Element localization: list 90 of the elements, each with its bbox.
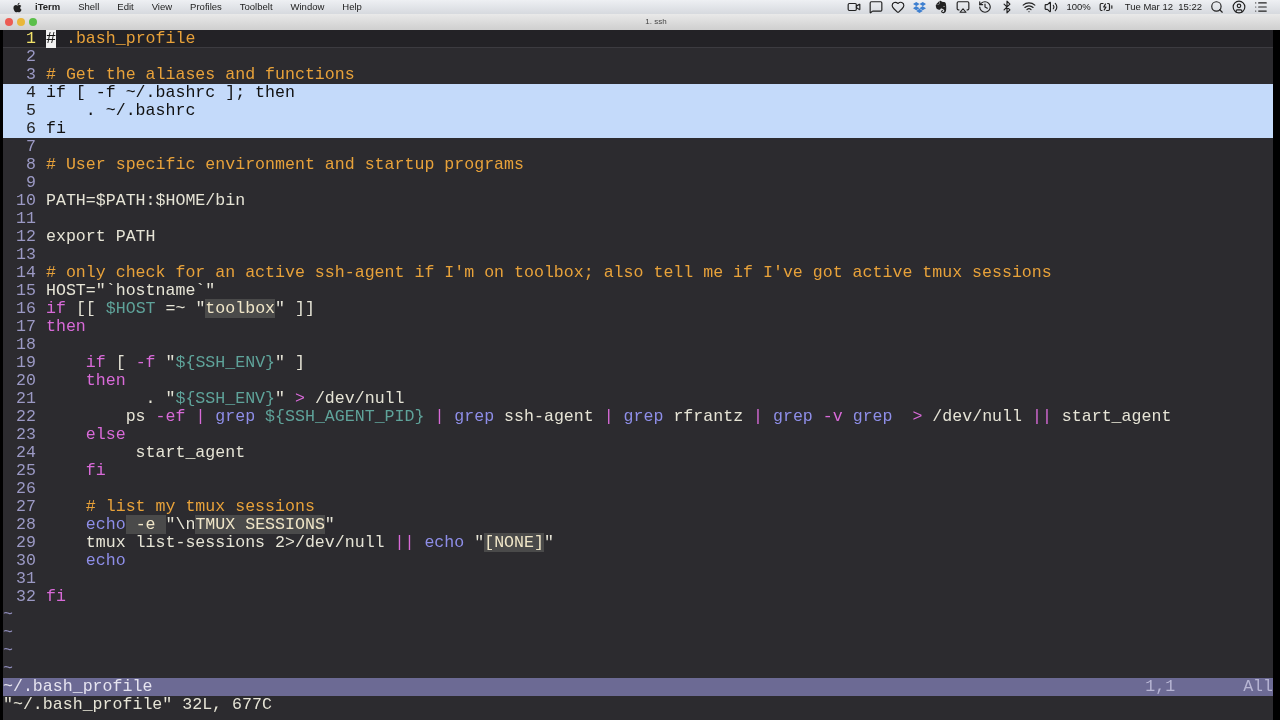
tilde-marker: ~ [3, 624, 13, 642]
cursor-position: 1,1 [1145, 678, 1176, 696]
menu-item[interactable]: View [151, 0, 173, 15]
code-line: # list my tmux sessions [84, 498, 315, 516]
code-line: # Get the aliases and functions [46, 66, 355, 84]
line-number: 27 [15, 498, 36, 516]
chat-icon[interactable] [869, 0, 884, 14]
line-number: 2 [25, 48, 36, 66]
line-number: 12 [15, 228, 36, 246]
wifi-icon[interactable] [1022, 0, 1037, 14]
command-line: "~/.bash_profile" 32L, 677C [3, 696, 272, 714]
line-number: 11 [15, 210, 36, 228]
code-line: echo [84, 552, 126, 570]
code-line: if [[ $HOST =~ "toolbox" ]] [46, 300, 315, 318]
line-number: 7 [25, 138, 36, 156]
line-number: 22 [15, 408, 36, 426]
code-line: # .bash_profile [46, 29, 196, 48]
menu-item[interactable]: Help [342, 0, 362, 15]
line-number: 6 [25, 120, 36, 138]
line-number: 30 [15, 552, 36, 570]
line-number: 8 [25, 156, 36, 174]
tilde-marker: ~ [3, 642, 13, 660]
video-icon[interactable] [847, 0, 862, 14]
menu-item[interactable]: Toolbelt [239, 0, 273, 15]
code-line: # only check for an active ssh-agent if I'm on toolbox; also tell me if I've got active tmux sessions [46, 264, 1052, 282]
search-icon[interactable] [1210, 0, 1224, 14]
line-number: 14 [15, 264, 36, 282]
menu-item[interactable]: Edit [117, 0, 134, 15]
code-line: PATH=$PATH:$HOME/bin [46, 192, 246, 210]
line-number: 29 [15, 534, 36, 552]
menu-item[interactable]: Window [290, 0, 325, 15]
line-number: 5 [25, 102, 36, 120]
line-number: 10 [15, 192, 36, 210]
line-number: 23 [15, 426, 36, 444]
window-title: 1. ssh [645, 16, 667, 28]
line-number: 16 [15, 300, 36, 318]
code-line: if [ -f "${SSH_ENV}" ] [84, 354, 305, 372]
code-line: fi [46, 588, 66, 606]
line-number: 13 [15, 246, 36, 264]
line-number: 26 [15, 480, 36, 498]
heart-icon[interactable] [891, 0, 906, 14]
line-number: 24 [15, 444, 36, 462]
line-number: 17 [15, 318, 36, 336]
status-filename: ~/.bash_profile [3, 678, 153, 696]
code-line: fi [46, 120, 66, 138]
scroll-position: All [1243, 678, 1273, 696]
line-number: 20 [15, 372, 36, 390]
battery-percent: 100% [1066, 0, 1091, 14]
app-menu[interactable]: iTerm [35, 0, 61, 15]
menu-clock[interactable]: Tue Mar 12 15:22 [1124, 0, 1202, 15]
code-line: # User specific environment and startup programs [46, 156, 524, 174]
airplay-icon[interactable] [956, 0, 971, 14]
elephant-icon[interactable] [934, 0, 949, 14]
code-line: then [46, 318, 86, 336]
code-line: tmux list-sessions 2>/dev/null || echo "[NONE]" [84, 534, 554, 552]
box-icon[interactable] [913, 0, 927, 14]
menu-item[interactable]: Shell [78, 0, 100, 15]
clock-icon[interactable] [978, 0, 993, 14]
code-line: . ~/.bashrc [84, 102, 196, 120]
menu-item[interactable]: Profiles [190, 0, 222, 15]
code-line: echo -e "\nTMUX SESSIONS" [84, 516, 335, 534]
battery-icon[interactable] [1098, 0, 1113, 14]
code-line: if [ -f ~/.bashrc ]; then [46, 84, 295, 102]
apple-icon[interactable] [12, 1, 23, 13]
line-number: 25 [15, 462, 36, 480]
code-line: else [84, 426, 126, 444]
code-line: then [84, 372, 126, 390]
close-button[interactable] [5, 18, 13, 26]
code-line: ps -ef | grep ${SSH_AGENT_PID} | grep ssh-agent | grep rfrantz | grep -v grep > /dev/null || start_agent [125, 408, 1172, 426]
line-number: 15 [15, 282, 36, 300]
line-number: 18 [15, 336, 36, 354]
code-line: HOST="`hostname`" [46, 282, 216, 300]
code-line: . "${SSH_ENV}" > /dev/null [144, 390, 405, 408]
user-icon[interactable] [1232, 0, 1246, 14]
line-number: 1 [25, 29, 36, 48]
line-number: 19 [15, 354, 36, 372]
list-icon[interactable] [1254, 0, 1268, 14]
code-line: export PATH [46, 228, 156, 246]
line-number: 31 [15, 570, 36, 588]
line-number: 4 [25, 84, 36, 102]
tilde-marker: ~ [3, 606, 13, 624]
code-line: start_agent [134, 444, 246, 462]
code-line: fi [84, 462, 106, 480]
line-number: 28 [15, 516, 36, 534]
tilde-marker: ~ [3, 660, 13, 678]
line-number: 32 [15, 588, 36, 606]
line-number: 3 [25, 66, 36, 84]
volume-icon[interactable] [1044, 0, 1059, 14]
line-number: 21 [15, 390, 36, 408]
line-number: 9 [25, 174, 36, 192]
